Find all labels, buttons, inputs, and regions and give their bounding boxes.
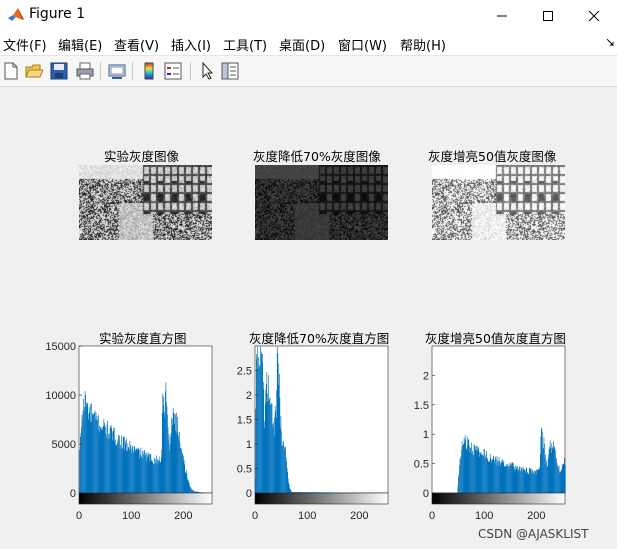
- x-tick-label: 200: [350, 510, 368, 522]
- menu-edit[interactable]: 编辑(E): [58, 35, 102, 54]
- toolbar-separator: [190, 62, 191, 80]
- maximize-icon: [543, 10, 553, 21]
- y-tick-label: 10000: [45, 390, 76, 402]
- grayscale-colorbar: [254, 492, 389, 505]
- y-tick-label: 2: [423, 370, 429, 382]
- menu-view[interactable]: 查看(V): [114, 35, 159, 54]
- menu-file[interactable]: 文件(F): [3, 35, 47, 54]
- new-figure-icon[interactable]: [2, 62, 20, 80]
- x-tick-label: 200: [174, 510, 192, 522]
- figure-canvas: 实验灰度图像 灰度降低70%灰度图像 灰度增亮50值灰度图像 实验灰度直方图 灰…: [0, 87, 617, 549]
- y-tick-label: 0: [423, 488, 429, 500]
- toolbar-separator: [100, 62, 101, 80]
- menu-desktop[interactable]: 桌面(D): [279, 35, 325, 54]
- dock-arrow-icon[interactable]: ↘: [605, 35, 615, 49]
- watermark-text: CSDN @AJASKLIST: [478, 527, 589, 541]
- legend-icon[interactable]: [164, 62, 182, 80]
- y-tick-label: 0.5: [414, 459, 429, 471]
- x-tick-label: 100: [298, 510, 316, 522]
- title-bar: Figure 1: [0, 0, 617, 31]
- histogram-bar: [565, 465, 566, 493]
- menu-window[interactable]: 窗口(W): [338, 35, 387, 54]
- grayscale-colorbar: [431, 492, 566, 505]
- figure-toolbar: [0, 56, 617, 87]
- menu-tools[interactable]: 工具(T): [223, 35, 267, 54]
- matlab-logo-icon: [8, 8, 24, 21]
- y-tick-label: 15000: [45, 341, 76, 353]
- save-icon[interactable]: [50, 62, 68, 80]
- y-tick-label: 1.5: [414, 400, 429, 412]
- print-icon[interactable]: [76, 62, 94, 80]
- menu-bar: 文件(F) 编辑(E) 查看(V) 插入(I) 工具(T) 桌面(D) 窗口(W…: [0, 31, 617, 56]
- close-button[interactable]: [571, 0, 617, 31]
- y-tick-label: 0.5: [237, 464, 252, 476]
- x-tick-label: 100: [122, 510, 140, 522]
- colorbar-icon[interactable]: [140, 62, 158, 80]
- x-tick-label: 0: [429, 510, 435, 522]
- pointer-icon[interactable]: [198, 62, 216, 80]
- y-tick-label: 0: [70, 488, 76, 500]
- minimize-button[interactable]: [479, 0, 525, 31]
- y-tick-label: 1.5: [237, 415, 252, 427]
- y-tick-label: 2.5: [237, 366, 252, 378]
- window-title: Figure 1: [29, 6, 86, 22]
- y-tick-label: 0: [246, 488, 252, 500]
- minimize-icon: [497, 15, 507, 16]
- open-file-icon[interactable]: [25, 62, 43, 80]
- menu-insert[interactable]: 插入(I): [171, 35, 211, 54]
- menu-help[interactable]: 帮助(H): [400, 35, 446, 54]
- x-tick-label: 0: [76, 510, 82, 522]
- toolbar-separator: [132, 62, 133, 80]
- y-tick-label: 5000: [52, 439, 76, 451]
- histogram-plots: 0 100 2000500010000150000 100 20000.511.522.…: [45, 341, 566, 522]
- x-tick-label: 200: [527, 510, 545, 522]
- grayscale-colorbar: [78, 492, 213, 505]
- property-inspector-icon[interactable]: [221, 62, 239, 80]
- y-tick-label: 1: [246, 439, 252, 451]
- x-tick-label: 0: [252, 510, 258, 522]
- y-tick-label: 1: [423, 429, 429, 441]
- x-tick-label: 100: [475, 510, 493, 522]
- link-plot-icon[interactable]: [108, 62, 126, 80]
- maximize-button[interactable]: [525, 0, 571, 31]
- y-tick-label: 2: [246, 390, 252, 402]
- close-icon: [588, 10, 600, 21]
